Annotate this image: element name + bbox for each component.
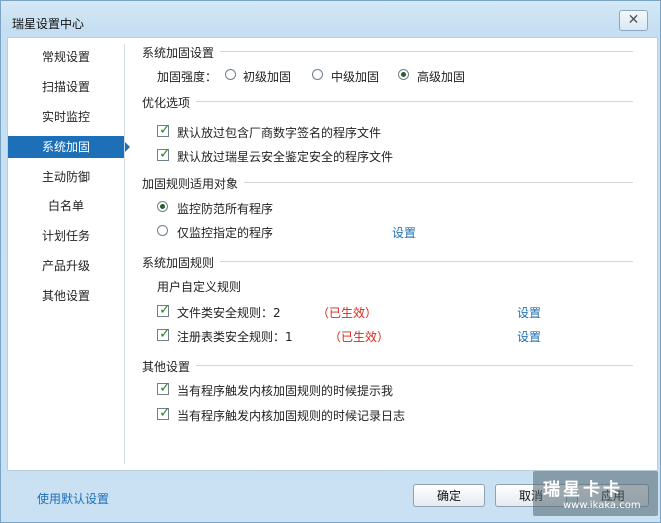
section-divider bbox=[220, 51, 633, 52]
watermark-url: www.ikaka.com bbox=[563, 500, 641, 511]
section-divider bbox=[220, 261, 633, 262]
checkbox-cloud-safe[interactable]: ✓ bbox=[157, 146, 171, 162]
section-divider bbox=[196, 365, 633, 366]
check-icon: ✓ bbox=[159, 146, 171, 162]
file-rules-label: 文件类安全规则：2 bbox=[177, 306, 281, 320]
sidebar-item-general[interactable]: 常规设置 bbox=[8, 46, 124, 68]
sidebar-item-realtime[interactable]: 实时监控 bbox=[8, 106, 124, 128]
radio-medium[interactable] bbox=[312, 69, 323, 80]
targets-section-title: 加固规则适用对象 bbox=[142, 177, 239, 191]
check-icon: ✓ bbox=[159, 302, 171, 318]
sidebar-item-scan[interactable]: 扫描设置 bbox=[8, 76, 124, 98]
title-bar: 瑞星设置中心 ✕ bbox=[1, 1, 660, 37]
option-cloud-safe[interactable]: 默认放过瑞星云安全鉴定安全的程序文件 bbox=[177, 148, 393, 165]
settings-window: 瑞星设置中心 ✕ 常规设置 扫描设置 实时监控 系统加固 主动防御 白名单 计划… bbox=[0, 0, 661, 523]
sidebar-item-active-defense[interactable]: 主动防御 bbox=[8, 166, 124, 188]
strength-label: 加固强度： bbox=[157, 70, 218, 84]
rules-section-title: 系统加固规则 bbox=[142, 256, 215, 270]
check-icon: ✓ bbox=[159, 405, 171, 421]
sidebar-item-other[interactable]: 其他设置 bbox=[8, 285, 124, 307]
check-icon: ✓ bbox=[159, 326, 171, 342]
site-watermark: 瑞星卡卡 www.ikaka.com bbox=[533, 471, 658, 516]
checkbox-log[interactable]: ✓ bbox=[157, 405, 171, 421]
file-rules-status: （已生效） bbox=[317, 306, 378, 320]
sidebar-item-whitelist[interactable]: 白名单 bbox=[8, 195, 124, 217]
section-divider bbox=[196, 101, 633, 102]
use-default-settings-link[interactable]: 使用默认设置 bbox=[37, 490, 109, 507]
checkbox-registry-rules[interactable]: ✓ bbox=[157, 326, 171, 342]
sidebar: 常规设置 扫描设置 实时监控 系统加固 主动防御 白名单 计划任务 产品升级 其… bbox=[8, 38, 130, 470]
checkbox-notify[interactable]: ✓ bbox=[157, 380, 171, 396]
check-icon: ✓ bbox=[159, 122, 171, 138]
registry-rules-settings-link[interactable]: 设置 bbox=[517, 328, 541, 345]
watermark-logo: 瑞星卡卡 bbox=[543, 480, 623, 500]
window-title: 瑞星设置中心 bbox=[12, 17, 85, 31]
radio-basic-label[interactable]: 初级加固 bbox=[243, 68, 291, 85]
radio-all-programs-label[interactable]: 监控防范所有程序 bbox=[177, 200, 273, 217]
close-button[interactable]: ✕ bbox=[619, 10, 648, 31]
radio-basic[interactable] bbox=[225, 69, 236, 80]
radio-advanced-label[interactable]: 高级加固 bbox=[417, 68, 465, 85]
radio-all-programs[interactable] bbox=[157, 201, 168, 212]
section-divider bbox=[244, 182, 633, 183]
content-panel: 常规设置 扫描设置 实时监控 系统加固 主动防御 白名单 计划任务 产品升级 其… bbox=[7, 37, 658, 471]
close-icon: ✕ bbox=[627, 12, 640, 28]
optimize-section-title: 优化选项 bbox=[142, 96, 191, 110]
radio-advanced[interactable] bbox=[398, 69, 409, 80]
option-vendor-signature[interactable]: 默认放过包含厂商数字签名的程序文件 bbox=[177, 124, 381, 141]
radio-medium-label[interactable]: 中级加固 bbox=[331, 68, 379, 85]
radio-specified-programs-label[interactable]: 仅监控指定的程序 bbox=[177, 224, 273, 241]
file-rules-settings-link[interactable]: 设置 bbox=[517, 304, 541, 321]
hardening-section-title: 系统加固设置 bbox=[142, 46, 215, 60]
other-section-title: 其他设置 bbox=[142, 360, 191, 374]
registry-rules-label: 注册表类安全规则：1 bbox=[177, 330, 293, 344]
registry-rules-status: （已生效） bbox=[329, 330, 390, 344]
sidebar-item-hardening[interactable]: 系统加固 bbox=[8, 136, 130, 158]
ok-button[interactable]: 确定 bbox=[413, 484, 485, 507]
check-icon: ✓ bbox=[159, 380, 171, 396]
sidebar-item-schedule[interactable]: 计划任务 bbox=[8, 225, 124, 247]
option-notify[interactable]: 当有程序触发内核加固规则的时候提示我 bbox=[177, 382, 393, 399]
sidebar-divider bbox=[124, 44, 125, 464]
custom-rules-subtitle: 用户自定义规则 bbox=[157, 280, 242, 294]
checkbox-file-rules[interactable]: ✓ bbox=[157, 302, 171, 318]
option-log[interactable]: 当有程序触发内核加固规则的时候记录日志 bbox=[177, 407, 405, 424]
checkbox-vendor-signature[interactable]: ✓ bbox=[157, 122, 171, 138]
specified-programs-settings-link[interactable]: 设置 bbox=[392, 224, 416, 241]
sidebar-item-upgrade[interactable]: 产品升级 bbox=[8, 255, 124, 277]
radio-specified-programs[interactable] bbox=[157, 225, 168, 236]
